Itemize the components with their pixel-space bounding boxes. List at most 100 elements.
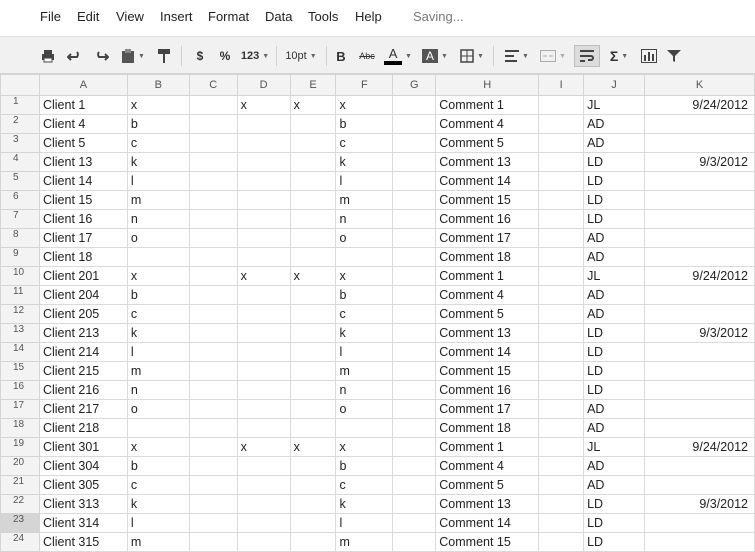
cell-g[interactable] <box>392 532 437 552</box>
cell-f[interactable]: x <box>335 266 394 286</box>
strikethrough-button[interactable]: Abc <box>356 45 378 67</box>
cell-c[interactable] <box>188 228 238 248</box>
cell-k[interactable] <box>644 361 755 381</box>
row-header[interactable]: 1 <box>0 95 40 115</box>
cell-a[interactable]: Client 13 <box>38 152 128 172</box>
cell-f[interactable]: c <box>335 133 394 153</box>
cell-c[interactable] <box>188 171 238 191</box>
cell-e[interactable]: x <box>289 437 337 457</box>
cell-j[interactable]: AD <box>583 285 645 305</box>
cell-f[interactable]: l <box>335 342 394 362</box>
cell-a[interactable]: Client 1 <box>38 95 128 115</box>
cell-j[interactable]: JL <box>583 437 645 457</box>
cell-f[interactable]: l <box>335 171 394 191</box>
cell-e[interactable] <box>289 513 337 533</box>
cell-j[interactable]: LD <box>583 513 645 533</box>
cell-b[interactable]: o <box>126 399 190 419</box>
font-size-select[interactable]: 10pt ▼ <box>281 45 321 67</box>
cell-a[interactable]: Client 213 <box>38 323 128 343</box>
cell-h[interactable]: Comment 14 <box>435 342 540 362</box>
cell-i[interactable] <box>538 114 585 134</box>
cell-h[interactable]: Comment 1 <box>435 266 540 286</box>
cell-g[interactable] <box>392 171 437 191</box>
cell-g[interactable] <box>392 361 437 381</box>
select-all-corner[interactable] <box>0 74 40 96</box>
cell-i[interactable] <box>538 228 585 248</box>
cell-d[interactable] <box>236 361 291 381</box>
cell-d[interactable] <box>236 399 291 419</box>
cell-h[interactable]: Comment 18 <box>435 247 540 267</box>
cell-a[interactable]: Client 201 <box>38 266 128 286</box>
cell-b[interactable]: c <box>126 304 190 324</box>
cell-i[interactable] <box>538 152 585 172</box>
cell-i[interactable] <box>538 475 585 495</box>
cell-f[interactable]: k <box>335 323 394 343</box>
cell-i[interactable] <box>538 95 585 115</box>
cell-f[interactable]: k <box>335 152 394 172</box>
cell-k[interactable] <box>644 475 755 495</box>
cell-k[interactable] <box>644 342 755 362</box>
cell-d[interactable] <box>236 228 291 248</box>
bold-button[interactable]: B <box>333 45 349 67</box>
cell-e[interactable]: x <box>289 266 337 286</box>
cell-f[interactable]: c <box>335 304 394 324</box>
cell-c[interactable] <box>188 361 238 381</box>
cell-h[interactable]: Comment 15 <box>435 361 540 381</box>
cell-h[interactable]: Comment 17 <box>435 228 540 248</box>
cell-g[interactable] <box>392 494 437 514</box>
cell-g[interactable] <box>392 323 437 343</box>
redo-button[interactable] <box>91 45 111 67</box>
cell-h[interactable]: Comment 4 <box>435 114 540 134</box>
cell-f[interactable]: k <box>335 494 394 514</box>
cell-d[interactable] <box>236 133 291 153</box>
cell-d[interactable] <box>236 532 291 552</box>
cell-e[interactable] <box>289 304 337 324</box>
row-header[interactable]: 8 <box>0 228 40 248</box>
cell-e[interactable] <box>289 532 337 552</box>
cell-e[interactable] <box>289 494 337 514</box>
cell-g[interactable] <box>392 342 437 362</box>
cell-c[interactable] <box>188 437 238 457</box>
cell-h[interactable]: Comment 14 <box>435 171 540 191</box>
cell-g[interactable] <box>392 133 437 153</box>
cell-i[interactable] <box>538 133 585 153</box>
cell-b[interactable]: k <box>126 494 190 514</box>
cell-g[interactable] <box>392 285 437 305</box>
row-header[interactable]: 12 <box>0 304 40 324</box>
menu-file[interactable]: File <box>40 9 61 24</box>
cell-k[interactable] <box>644 380 755 400</box>
row-header[interactable]: 10 <box>0 266 40 286</box>
cell-d[interactable] <box>236 323 291 343</box>
row-header[interactable]: 20 <box>0 456 40 476</box>
wrap-text-button[interactable] <box>574 45 600 67</box>
cell-d[interactable] <box>236 475 291 495</box>
paint-format-button[interactable] <box>154 45 174 67</box>
cell-d[interactable] <box>236 285 291 305</box>
cell-j[interactable]: AD <box>583 114 645 134</box>
cell-b[interactable]: c <box>126 475 190 495</box>
cell-e[interactable] <box>289 418 337 438</box>
cell-g[interactable] <box>392 513 437 533</box>
cell-c[interactable] <box>188 475 238 495</box>
column-header-f[interactable]: F <box>335 74 394 96</box>
cell-k[interactable] <box>644 228 755 248</box>
row-header[interactable]: 19 <box>0 437 40 457</box>
cell-a[interactable]: Client 205 <box>38 304 128 324</box>
cell-h[interactable]: Comment 5 <box>435 304 540 324</box>
cell-d[interactable] <box>236 494 291 514</box>
cell-j[interactable]: AD <box>583 418 645 438</box>
cell-e[interactable] <box>289 114 337 134</box>
cell-g[interactable] <box>392 266 437 286</box>
cell-i[interactable] <box>538 399 585 419</box>
cell-e[interactable] <box>289 399 337 419</box>
cell-e[interactable] <box>289 209 337 229</box>
cell-d[interactable] <box>236 190 291 210</box>
cell-b[interactable]: n <box>126 209 190 229</box>
cell-i[interactable] <box>538 513 585 533</box>
cell-i[interactable] <box>538 285 585 305</box>
menu-format[interactable]: Format <box>208 9 249 24</box>
cell-b[interactable]: x <box>126 266 190 286</box>
cell-k[interactable] <box>644 304 755 324</box>
column-header-k[interactable]: K <box>644 74 755 96</box>
cell-a[interactable]: Client 215 <box>38 361 128 381</box>
